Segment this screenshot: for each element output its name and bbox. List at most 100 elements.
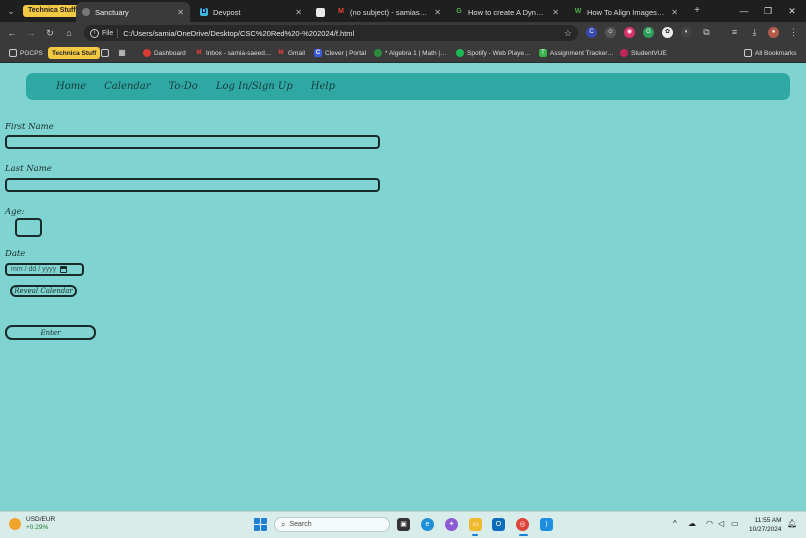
widgets-button[interactable]: USD/EUR +0.29% (9, 516, 55, 532)
bookmark-blank[interactable] (101, 47, 112, 59)
back-icon[interactable]: ← (5, 26, 19, 40)
taskbar-search[interactable]: ⌕ Search (274, 517, 390, 532)
bookmark-star-icon[interactable]: ☆ (564, 28, 572, 39)
download-icon[interactable]: ⤓ (749, 27, 760, 38)
tab-title: How To Align Images Side S… (587, 7, 666, 17)
bookmark-clever[interactable]: C Clever | Portal (314, 47, 366, 59)
tab-search-icon[interactable]: ⌄ (4, 4, 18, 18)
tab-devpost[interactable]: D Devpost ✕ (194, 2, 308, 22)
running-indicator (472, 534, 478, 536)
file-explorer-icon[interactable]: ▭ (469, 518, 482, 531)
clock-time: 11:55 AM (754, 517, 782, 524)
nav-calendar[interactable]: Calendar (104, 81, 150, 92)
page-content: Home Calendar To-Do Log In/Sign Up Help … (0, 63, 806, 511)
clever-icon: C (314, 49, 322, 57)
tab-dynamic[interactable]: G How to create A Dynamic C… ✕ (449, 2, 565, 22)
folder-icon (9, 49, 17, 57)
copilot-icon[interactable]: ✦ (445, 518, 458, 531)
tab-group-chip[interactable]: Technica Stuff (23, 5, 81, 17)
wifi-icon[interactable]: ◠ (706, 519, 713, 528)
reload-icon[interactable]: ↻ (43, 26, 57, 40)
close-icon[interactable]: ✕ (434, 8, 441, 17)
kebab-menu-icon[interactable]: ⋮ (788, 27, 799, 38)
extension-grammarly-icon[interactable]: G (643, 27, 654, 38)
extension-c-icon[interactable]: C (586, 27, 597, 38)
extension-record-icon[interactable]: ◐ (681, 27, 692, 38)
vscode-icon[interactable]: ⟩ (540, 518, 553, 531)
forward-icon[interactable]: → (24, 26, 38, 40)
reading-list-icon[interactable]: ≡ (729, 27, 740, 38)
bookmark-inbox[interactable]: M Inbox - samia-saeed… (195, 47, 272, 59)
windows-start-icon[interactable] (254, 518, 267, 531)
nav-home[interactable]: Home (56, 81, 86, 92)
gmail-icon: M (338, 8, 344, 15)
chrome-icon[interactable]: ◎ (516, 518, 529, 531)
all-bookmarks-button[interactable]: All Bookmarks (744, 47, 797, 59)
extensions-puzzle-icon[interactable]: ⧉ (701, 27, 712, 38)
bookmark-algebra[interactable]: * Algebra 1 | Math |… (374, 47, 447, 59)
tab-blank[interactable] (311, 2, 329, 22)
apps-grid-icon: ▦ (118, 48, 126, 57)
tab-title: (no subject) - samiasaeed4… (350, 7, 429, 17)
bookmark-label: Dashboard (154, 49, 186, 57)
first-name-input[interactable] (5, 135, 380, 149)
close-icon[interactable]: ✕ (552, 8, 559, 17)
widget-text: USD/EUR +0.29% (26, 516, 55, 532)
battery-icon[interactable]: ▭ (731, 519, 739, 528)
bookmark-pgcps[interactable]: PGCPS (9, 47, 43, 59)
bookmark-group-technica[interactable]: Technica Stuff (48, 47, 101, 59)
onedrive-icon[interactable]: ☁ (688, 519, 696, 528)
tab-sanctuary[interactable]: Sanctuary ✕ (76, 2, 190, 22)
bookmark-label: Assignment Tracker… (550, 49, 614, 57)
address-bar[interactable]: i File C:/Users/samia/OneDrive/Desktop/C… (84, 25, 578, 41)
minimize-icon[interactable]: — (734, 3, 754, 19)
windows-taskbar: USD/EUR +0.29% ⌕ Search ▣ e ✦ ▭ O ◎ ⟩ ^ … (0, 511, 806, 538)
outlook-icon[interactable]: O (492, 518, 505, 531)
calendar-icon[interactable] (60, 266, 68, 273)
last-name-input[interactable] (5, 178, 380, 192)
enter-button[interactable]: Enter (5, 325, 96, 340)
browser-tabstrip: ⌄ Technica Stuff Sanctuary ✕ D Devpost ✕… (0, 0, 806, 22)
blank-page-icon (316, 7, 325, 17)
w3schools-favicon-icon: W (574, 8, 582, 15)
bookmark-assignment-tracker[interactable]: T Assignment Tracker… (539, 47, 614, 59)
bookmark-studentvue[interactable]: StudentVUE (620, 47, 667, 59)
close-icon[interactable]: ✕ (295, 8, 302, 17)
nav-todo[interactable]: To-Do (168, 81, 197, 92)
close-icon[interactable]: ✕ (671, 8, 678, 17)
date-input[interactable]: mm / dd / yyyy (5, 263, 84, 276)
bookmark-gmail[interactable]: M Gmail (277, 47, 305, 59)
age-input[interactable] (15, 218, 42, 237)
bookmark-apps[interactable]: ▦ (118, 47, 129, 59)
restore-icon[interactable]: ❐ (758, 3, 778, 19)
extension-chatgpt-icon[interactable]: ✿ (662, 27, 673, 38)
close-icon[interactable]: ✕ (177, 8, 184, 17)
url-text[interactable]: C:/Users/samia/OneDrive/Desktop/CSC%20Re… (123, 29, 559, 38)
bookmark-label: * Algebra 1 | Math |… (385, 49, 447, 57)
volume-icon[interactable]: ◁ (718, 519, 724, 528)
extension-eye-icon[interactable]: ◉ (624, 27, 635, 38)
date-placeholder: mm / dd / yyyy (11, 266, 57, 273)
edge-icon[interactable]: e (421, 518, 434, 531)
site-info-chip[interactable]: i File (90, 28, 119, 38)
reveal-calendar-button[interactable]: Reveal Calendar (10, 285, 77, 297)
extension-person-icon[interactable]: ☺ (605, 27, 616, 38)
bookmark-label: PGCPS (20, 49, 43, 57)
tray-overflow-icon[interactable]: ^ (673, 519, 677, 528)
nav-help[interactable]: Help (311, 81, 335, 92)
new-tab-icon[interactable]: + (690, 4, 704, 18)
window-close-icon[interactable]: ✕ (782, 3, 802, 19)
home-icon[interactable]: ⌂ (62, 26, 76, 40)
bookmark-spotify[interactable]: Spotify - Web Playe… (456, 47, 530, 59)
nav-login-signup[interactable]: Log In/Sign Up (216, 81, 293, 92)
tab-title: Sanctuary (95, 7, 129, 17)
bookmark-label: Technica Stuff (52, 49, 97, 57)
taskbar-clock[interactable]: 11:55 AM 10/27/2024 (749, 516, 782, 534)
tab-align-images[interactable]: W How To Align Images Side S… ✕ (568, 2, 684, 22)
bookmark-dashboard[interactable]: Dashboard (143, 47, 186, 59)
task-view-icon[interactable]: ▣ (397, 518, 410, 531)
profile-avatar[interactable]: ● (768, 27, 779, 38)
notifications-icon[interactable]: 🔔︎ (787, 519, 797, 528)
tab-gmail[interactable]: M (no subject) - samiasaeed4… ✕ (331, 2, 447, 22)
date-label: Date (5, 249, 26, 259)
